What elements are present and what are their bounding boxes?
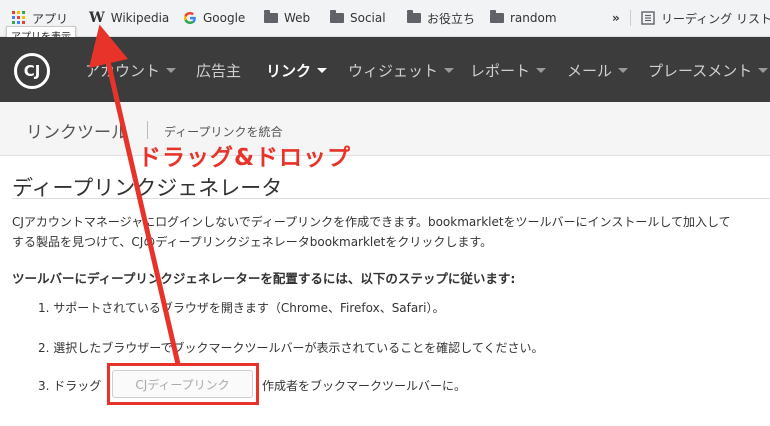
drag-arrow-line	[89, 24, 181, 365]
drag-arrow-icon	[89, 24, 181, 365]
